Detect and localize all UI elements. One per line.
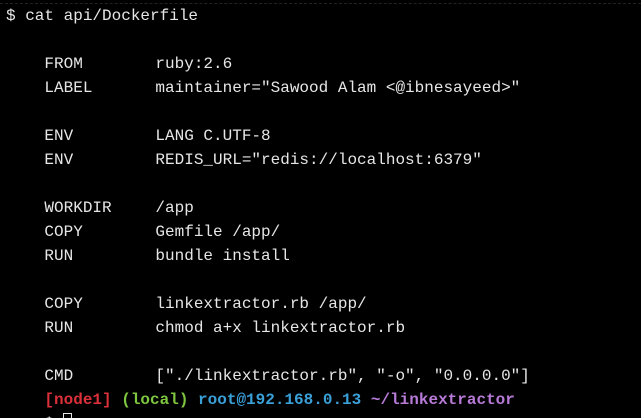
dockerfile-keyword: CMD	[44, 367, 74, 385]
dockerfile-keyword: FROM	[44, 55, 83, 73]
dockerfile-line-env-lang: ENV LANG C.UTF-8	[6, 100, 641, 145]
dockerfile-keyword: COPY	[44, 223, 83, 241]
block-cursor-icon[interactable]	[63, 413, 73, 418]
dockerfile-line-from: FROM ruby:2.6	[6, 28, 641, 73]
prompt-user-host: root@192.168.0.13	[198, 391, 362, 409]
dockerfile-keyword: WORKDIR	[44, 199, 112, 217]
dockerfile-keyword: RUN	[44, 319, 74, 337]
dockerfile-keyword: RUN	[44, 247, 74, 265]
dockerfile-argument: REDIS_URL="redis://localhost:6379"	[155, 151, 482, 169]
scroll-clip-edge	[0, 0, 641, 4]
dockerfile-line-workdir: WORKDIR/app	[6, 172, 641, 217]
dockerfile-argument: Gemfile /app/	[155, 223, 281, 241]
dockerfile-keyword: COPY	[44, 295, 83, 313]
terminal-window[interactable]: $ cat api/Dockerfile FROM ruby:2.6 LABEL m…	[0, 0, 641, 418]
dockerfile-line-copy-script: COPY linkextractor.rb /app/	[6, 268, 641, 313]
dockerfile-argument: maintainer="Sawood Alam <@ibnesayeed>"	[155, 79, 521, 97]
dockerfile-argument: LANG C.UTF-8	[155, 127, 271, 145]
dockerfile-argument: chmod a+x linkextractor.rb	[155, 319, 406, 337]
dockerfile-argument: ["./linkextractor.rb", "-o", "0.0.0.0"]	[155, 367, 530, 385]
dockerfile-argument: ruby:2.6	[155, 55, 233, 73]
dockerfile-argument: /app	[155, 199, 194, 217]
prompt-env: (local)	[121, 391, 189, 409]
prompt-path: ~/linkextractor	[370, 391, 515, 409]
dockerfile-keyword: ENV	[44, 151, 74, 169]
dockerfile-argument: bundle install	[155, 247, 290, 265]
dockerfile-line-cmd: CMD ["./linkextractor.rb", "-o", "0.0.0.0…	[6, 340, 641, 385]
dockerfile-keyword: LABEL	[44, 79, 93, 97]
dockerfile-keyword: ENV	[44, 127, 74, 145]
prompt-node: [node1]	[44, 391, 112, 409]
dockerfile-argument: linkextractor.rb /app/	[155, 295, 367, 313]
command-line: $ cat api/Dockerfile	[6, 7, 199, 25]
